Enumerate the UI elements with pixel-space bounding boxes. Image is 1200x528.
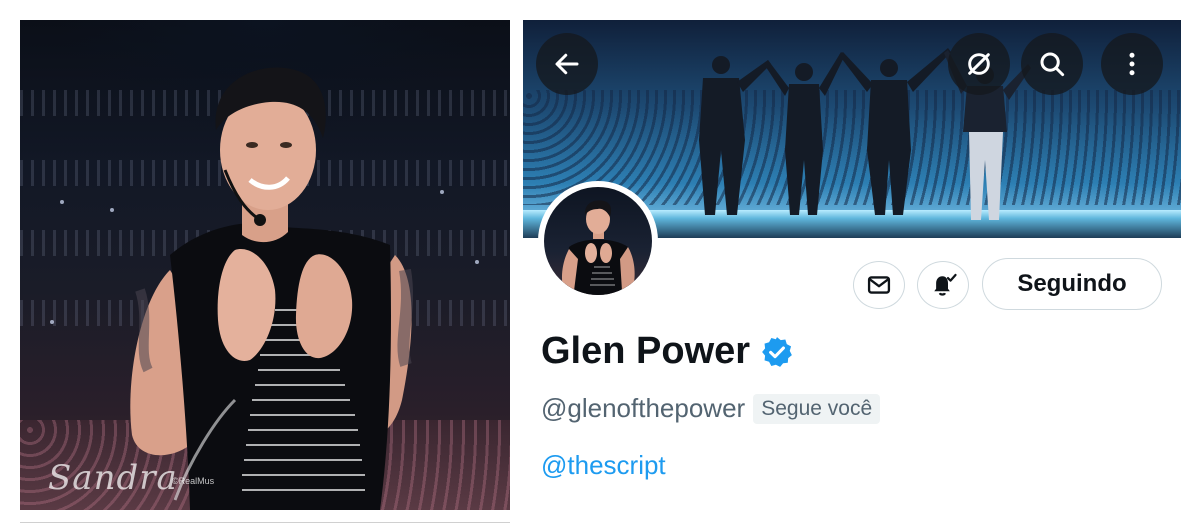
eye-slash-circle-icon	[968, 53, 990, 75]
avatar-image	[544, 187, 652, 295]
more-vertical-icon	[1129, 52, 1135, 76]
follows-you-badge: Segue você	[753, 393, 881, 424]
search-icon	[1040, 52, 1065, 77]
watermark-credit: ©RealMus	[172, 476, 215, 486]
handle-row: @glenofthepower Segue você	[541, 393, 881, 424]
message-button[interactable]	[853, 261, 905, 309]
performer-figure	[130, 67, 414, 510]
mute-button[interactable]	[948, 33, 1010, 95]
display-name: Glen Power	[541, 330, 751, 372]
profile-name: Glen Power	[541, 330, 794, 373]
notifications-button[interactable]	[917, 261, 969, 309]
back-button[interactable]	[536, 33, 598, 95]
envelope-icon	[867, 276, 891, 294]
more-options-button[interactable]	[1101, 33, 1163, 95]
avatar[interactable]	[538, 181, 658, 301]
bio-mention-link[interactable]: @thescript	[541, 450, 666, 481]
username-handle: @glenofthepower	[541, 393, 746, 423]
watermark-signature: Sandra	[48, 458, 178, 498]
divider	[20, 522, 510, 523]
following-button[interactable]: Seguindo	[982, 258, 1162, 310]
verified-badge-icon[interactable]	[760, 335, 794, 369]
arrow-left-icon	[555, 53, 579, 75]
concert-photo: Sandra ©RealMus	[20, 20, 510, 510]
bell-check-icon	[934, 273, 957, 296]
search-button[interactable]	[1021, 33, 1083, 95]
